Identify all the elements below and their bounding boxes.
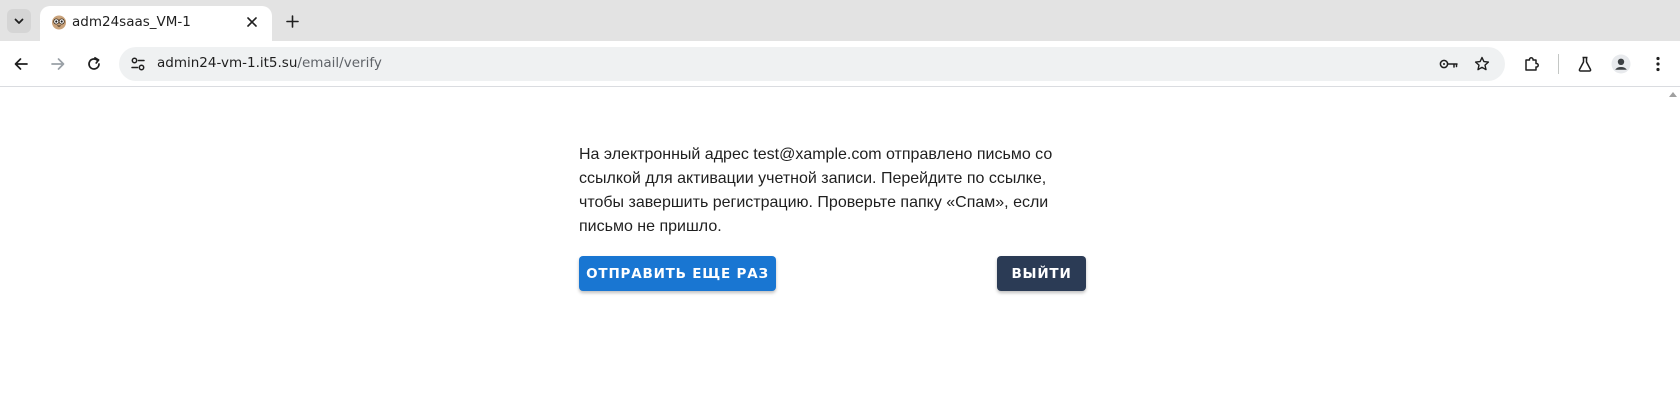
scroll-up-arrow-icon[interactable] [1669, 92, 1677, 97]
chevron-down-icon [14, 18, 24, 24]
profile-button[interactable] [1609, 52, 1633, 76]
tab-close-button[interactable] [243, 13, 261, 31]
tune-icon [131, 57, 145, 71]
logout-button[interactable]: Выйти [997, 256, 1086, 291]
browser-tab[interactable]: adm24saas_VM-1 [40, 6, 272, 41]
puzzle-icon [1525, 57, 1539, 71]
reload-button[interactable] [82, 52, 106, 76]
url-host: admin24-vm-1.it5.su [157, 55, 298, 71]
reload-icon [88, 56, 100, 70]
url-path: /email/verify [297, 55, 382, 71]
url-text: admin24-vm-1.it5.su/email/verify [157, 55, 382, 71]
tab-strip: adm24saas_VM-1 [0, 0, 1680, 41]
person-icon [1611, 54, 1631, 74]
toolbar-divider [1558, 54, 1559, 74]
plus-icon [285, 14, 299, 28]
key-icon [1439, 59, 1458, 69]
verification-message: На электронный адрес test@xample.com отп… [579, 146, 1053, 235]
back-button[interactable] [9, 52, 33, 76]
extensions-button[interactable] [1520, 52, 1544, 76]
bookmark-button[interactable] [1471, 53, 1493, 75]
arrow-left-icon [14, 58, 28, 70]
owl-face-icon [52, 15, 66, 30]
arrow-right-icon [51, 58, 65, 70]
address-bar[interactable]: admin24-vm-1.it5.su/email/verify [119, 47, 1505, 81]
password-manager-button[interactable] [1438, 53, 1460, 75]
site-info-button[interactable] [127, 53, 149, 75]
page-content: На электронный адрес test@xample.com отп… [0, 88, 1666, 401]
close-icon [247, 17, 257, 27]
vertical-scrollbar[interactable] [1666, 88, 1680, 401]
star-icon [1474, 56, 1490, 71]
kebab-menu-icon [1656, 56, 1660, 72]
labs-button[interactable] [1573, 52, 1597, 76]
tab-title: adm24saas_VM-1 [72, 14, 191, 30]
forward-button[interactable] [46, 52, 70, 76]
tab-search-button[interactable] [7, 9, 31, 33]
browser-menu-button[interactable] [1646, 52, 1670, 76]
new-tab-button[interactable] [281, 10, 303, 32]
browser-toolbar: admin24-vm-1.it5.su/email/verify [0, 41, 1680, 87]
resend-email-button[interactable]: Отправить еще раз [579, 256, 776, 291]
flask-icon [1578, 56, 1592, 72]
